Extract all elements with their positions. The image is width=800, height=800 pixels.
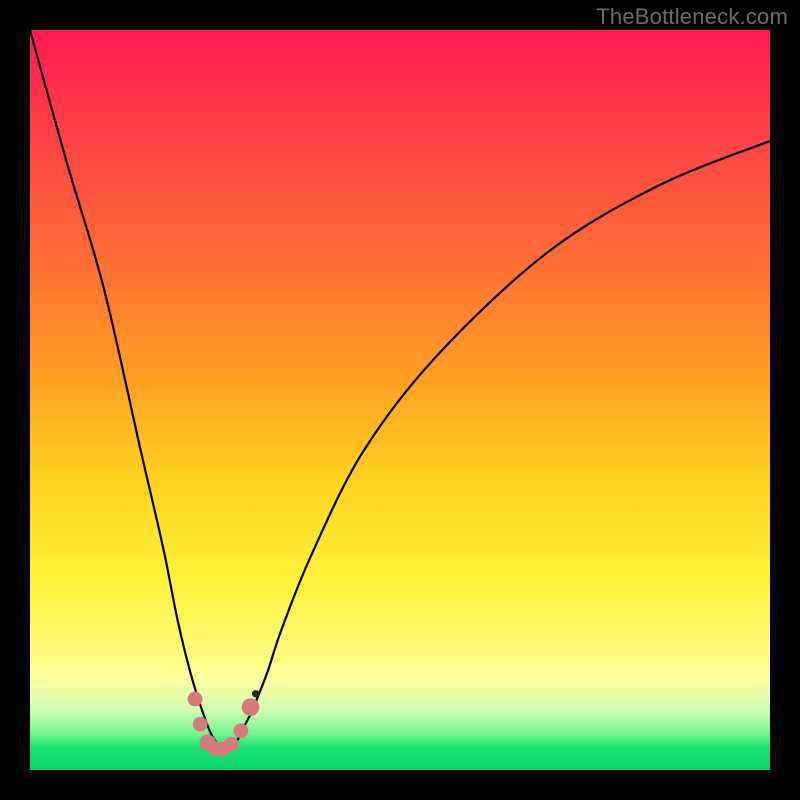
curve-marker [242, 698, 260, 716]
curve-right-branch [222, 141, 770, 748]
bottleneck-curve [30, 30, 770, 770]
curve-marker [188, 692, 203, 707]
curve-marker [252, 690, 259, 697]
curve-left-branch [30, 30, 222, 748]
curve-marker [224, 737, 239, 752]
curve-marker [193, 717, 208, 732]
watermark-label: TheBottleneck.com [596, 4, 788, 30]
curve-marker [234, 723, 249, 738]
curve-markers [188, 690, 260, 757]
chart-plot-area [30, 30, 770, 770]
